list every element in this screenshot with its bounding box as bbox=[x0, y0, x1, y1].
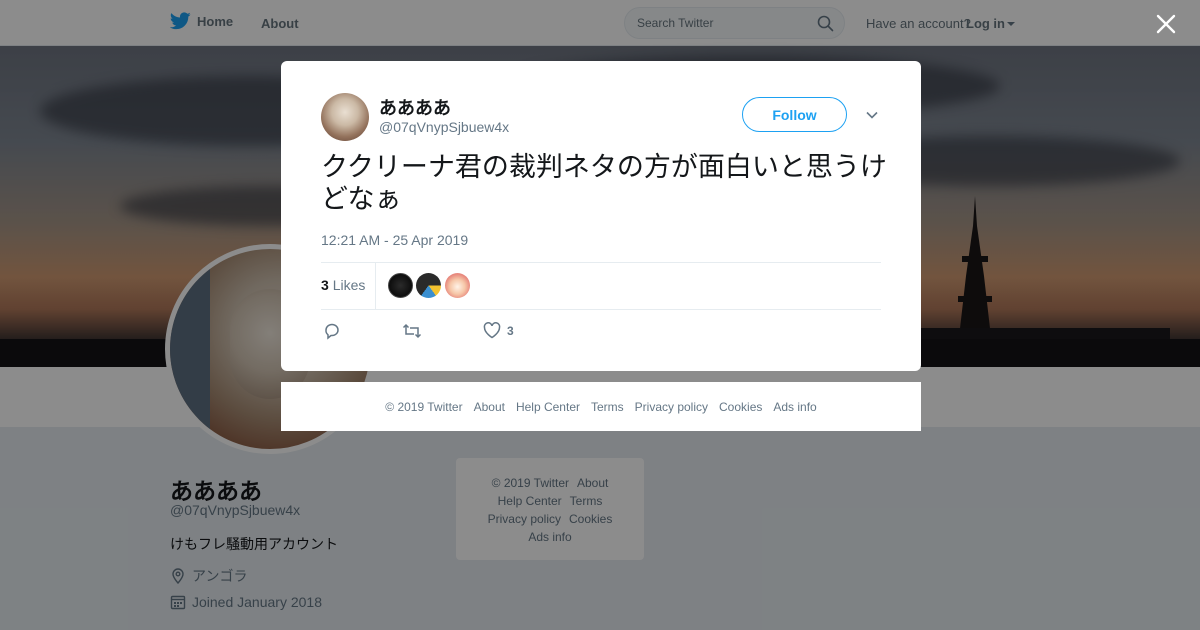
liker-avatar[interactable] bbox=[388, 273, 413, 298]
footer-cookies-link[interactable]: Cookies bbox=[719, 400, 762, 414]
divider bbox=[321, 309, 881, 310]
chevron-down-icon[interactable] bbox=[865, 108, 879, 122]
tweet-timestamp[interactable]: 12:21 AM - 25 Apr 2019 bbox=[321, 232, 468, 248]
tweet-author-avatar[interactable] bbox=[321, 93, 369, 141]
liker-avatar[interactable] bbox=[445, 273, 470, 298]
footer-privacy-link[interactable]: Privacy policy bbox=[635, 400, 708, 414]
tweet-author-name[interactable]: ああああ bbox=[379, 94, 451, 120]
like-count: 3 bbox=[507, 323, 514, 338]
footer-help-link[interactable]: Help Center bbox=[516, 400, 580, 414]
footer-about-link[interactable]: About bbox=[474, 400, 505, 414]
footer-ads-link[interactable]: Ads info bbox=[773, 400, 816, 414]
reply-icon[interactable] bbox=[323, 322, 341, 340]
close-icon[interactable] bbox=[1156, 14, 1176, 34]
tweet-modal: ああああ @07qVnypSjbuew4x Follow ククリーナ君の裁判ネタ… bbox=[281, 61, 921, 371]
footer-terms-link[interactable]: Terms bbox=[591, 400, 624, 414]
follow-button[interactable]: Follow bbox=[742, 97, 847, 132]
likes-number: 3 bbox=[321, 277, 329, 293]
modal-footer: © 2019 Twitter About Help Center Terms P… bbox=[281, 382, 921, 431]
likes-label: Likes bbox=[332, 277, 366, 293]
like-button[interactable]: 3 bbox=[483, 322, 514, 339]
retweet-icon[interactable] bbox=[402, 322, 422, 340]
divider bbox=[321, 262, 881, 263]
heart-icon bbox=[483, 322, 501, 339]
liker-avatar[interactable] bbox=[416, 273, 441, 298]
tweet-author-handle[interactable]: @07qVnypSjbuew4x bbox=[379, 119, 509, 135]
divider bbox=[375, 263, 376, 309]
likes-count[interactable]: 3 Likes bbox=[321, 277, 365, 293]
footer-copyright: © 2019 Twitter bbox=[385, 399, 463, 414]
tweet-text: ククリーナ君の裁判ネタの方が面白いと思うけどなぁ bbox=[321, 152, 887, 214]
